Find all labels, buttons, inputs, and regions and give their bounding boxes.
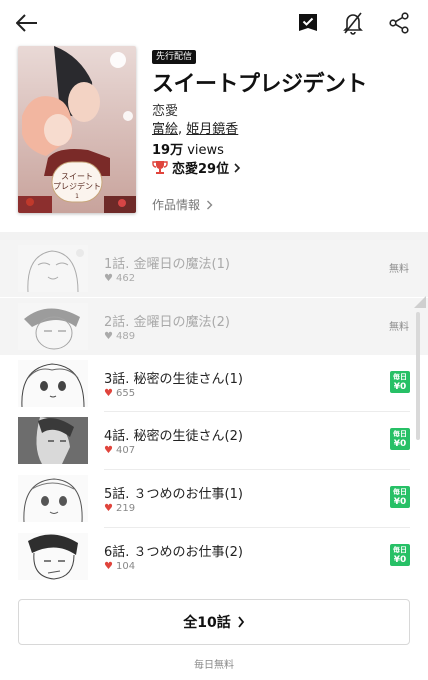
episode-row[interactable]: 5話. ３つめのお仕事(1) ♥ 219 毎日 ¥0	[0, 470, 428, 527]
author-link-1[interactable]: 富絵	[152, 122, 178, 137]
episode-likes: ♥ 219	[104, 503, 135, 514]
series-cover-image[interactable]: スイート プレジデント 1	[18, 46, 136, 213]
episode-row[interactable]: 3話. 秘密の生徒さん(1) ♥ 655 毎日 ¥0	[0, 355, 428, 412]
likes-count: 219	[115, 503, 136, 514]
likes-count: 407	[115, 445, 136, 456]
bell-off-icon	[343, 12, 363, 35]
series-genre[interactable]: 恋愛	[152, 100, 178, 119]
episode-row[interactable]: 4話. 秘密の生徒さん(2) ♥ 407 毎日 ¥0	[0, 412, 428, 469]
likes-count: 655	[115, 388, 136, 399]
bookmark-check-icon	[299, 14, 317, 31]
episode-likes: ♥ 655	[104, 388, 135, 399]
daily-free-badge: 毎日 ¥0	[390, 371, 410, 393]
episode-thumbnail	[18, 245, 88, 292]
episode-likes: ♥ 407	[104, 445, 135, 456]
episode-title: 5話. ３つめのお仕事(1)	[104, 487, 243, 502]
cover-title-line2: プレジデント	[53, 181, 101, 191]
daily-free-badge: 毎日 ¥0	[390, 544, 410, 566]
daily-badge-price: ¥0	[393, 555, 407, 565]
genre-label[interactable]: 恋愛	[152, 104, 178, 119]
free-label: 無料	[389, 264, 409, 275]
chevron-right-icon	[207, 200, 213, 209]
all-episodes-button[interactable]: 全10話	[18, 599, 410, 645]
section-divider	[0, 232, 428, 240]
episode-title: 6話. ３つめのお仕事(2)	[104, 545, 243, 560]
likes-count: 462	[115, 273, 136, 284]
heart-icon: ♥	[104, 561, 113, 572]
cover-title-line1: スイート	[61, 172, 93, 181]
episode-thumbnail	[18, 360, 88, 407]
daily-badge-price: ¥0	[393, 382, 407, 392]
chevron-right-icon	[238, 616, 244, 628]
daily-free-badge: 毎日 ¥0	[390, 486, 410, 508]
daily-free-badge: 毎日 ¥0	[390, 428, 410, 450]
scroll-indicator-arrow	[414, 296, 426, 308]
series-title: スイートプレジデント	[152, 72, 368, 97]
views-unit: views	[183, 143, 224, 158]
top-bar	[0, 0, 428, 46]
episode-title: 2話. 金曜日の魔法(2)	[104, 315, 230, 330]
share-button[interactable]	[384, 8, 414, 38]
episode-row[interactable]: 6話. ３つめのお仕事(2) ♥ 104 毎日 ¥0	[0, 528, 428, 585]
daily-badge-top: 毎日	[393, 430, 407, 438]
back-button[interactable]	[12, 8, 42, 38]
heart-icon: ♥	[104, 503, 113, 514]
daily-badge-top: 毎日	[393, 488, 407, 496]
series-views: 19万 views	[152, 139, 224, 158]
heart-icon: ♥	[104, 388, 113, 399]
bookmark-button[interactable]	[293, 8, 323, 38]
ranking-link[interactable]: 恋愛29位	[152, 158, 241, 177]
daily-free-note: 毎日無料	[194, 660, 234, 671]
all-episodes-label: 全10話	[183, 615, 231, 631]
early-release-badge: 先行配信	[152, 50, 197, 64]
episode-likes: ♥ 462	[104, 273, 135, 284]
episode-thumbnail	[18, 417, 88, 464]
series-authors: 富絵, 姫月鏡香	[152, 118, 238, 137]
episode-row[interactable]: 2話. 金曜日の魔法(2) ♥ 489 無料	[0, 298, 428, 355]
episode-thumbnail	[18, 533, 88, 580]
views-count: 19万	[152, 143, 184, 158]
daily-badge-price: ¥0	[393, 439, 407, 449]
trophy-icon	[152, 161, 168, 174]
episode-thumbnail	[18, 475, 88, 522]
daily-badge-price: ¥0	[393, 497, 407, 507]
notification-off-button[interactable]	[338, 8, 368, 38]
author-link-2[interactable]: 姫月鏡香	[186, 122, 238, 137]
episode-title: 4話. 秘密の生徒さん(2)	[104, 429, 243, 444]
cover-illustration: スイート プレジデント 1	[18, 46, 136, 213]
cover-volume: 1	[75, 193, 79, 200]
heart-icon: ♥	[104, 445, 113, 456]
heart-icon: ♥	[104, 331, 113, 342]
free-label: 無料	[389, 322, 409, 333]
daily-badge-top: 毎日	[393, 373, 407, 381]
episode-thumbnail	[18, 303, 88, 350]
daily-badge-top: 毎日	[393, 546, 407, 554]
episode-likes: ♥ 489	[104, 331, 135, 342]
episode-row[interactable]: 1話. 金曜日の魔法(1) ♥ 462 無料	[0, 240, 428, 297]
chevron-right-icon	[234, 162, 241, 173]
episode-title: 1話. 金曜日の魔法(1)	[104, 257, 230, 272]
arrow-left-icon	[16, 14, 37, 32]
share-icon	[389, 12, 409, 34]
likes-count: 489	[115, 331, 136, 342]
episode-title: 3話. 秘密の生徒さん(1)	[104, 372, 243, 387]
scrollbar[interactable]	[416, 312, 420, 440]
likes-count: 104	[115, 561, 136, 572]
series-info-label: 作品情報	[152, 198, 201, 212]
episode-likes: ♥ 104	[104, 561, 135, 572]
ranking-text: 恋愛29位	[172, 162, 230, 177]
heart-icon: ♥	[104, 273, 113, 284]
series-info-link[interactable]: 作品情報	[152, 196, 213, 213]
